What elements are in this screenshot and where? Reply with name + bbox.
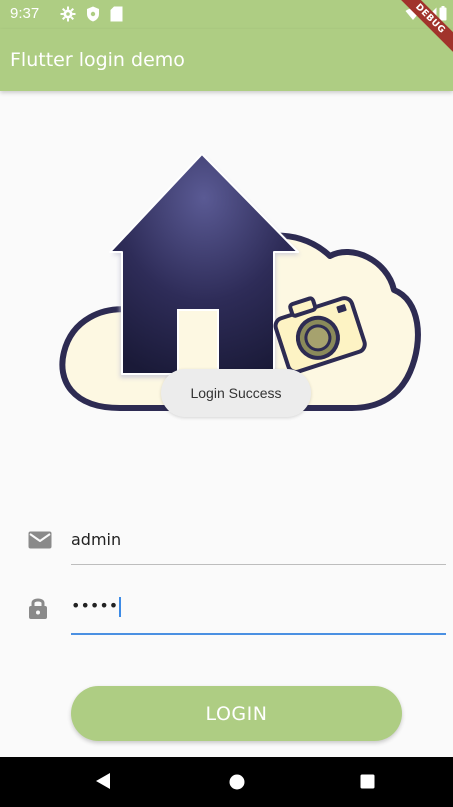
password-field-row: ••••• [0,592,453,637]
login-success-toast: Login Success [161,369,311,417]
sd-card-icon [110,6,123,26]
status-right-icons [405,6,447,25]
email-underline [71,564,446,565]
app-title: Flutter login demo [10,49,185,71]
text-caret [119,596,122,617]
settings-icon [60,6,76,26]
wifi-icon [405,6,421,25]
login-button-label: LOGIN [205,702,268,725]
recents-icon[interactable] [360,774,375,793]
navigation-bar [0,757,453,807]
email-field-row: admin [0,525,453,567]
login-button[interactable]: LOGIN [71,686,402,741]
toast-message: Login Success [190,385,282,401]
email-input[interactable]: admin [71,530,121,549]
status-bar: 9:37 [0,0,453,29]
back-icon[interactable] [95,772,111,794]
email-icon [28,531,52,553]
signal-icon [423,6,437,25]
home-icon[interactable] [229,774,245,794]
password-mask: ••••• [71,596,119,615]
password-input[interactable]: ••••• [71,596,122,617]
status-time: 9:37 [10,5,40,22]
shield-icon [86,6,100,26]
app-bar: Flutter login demo [0,29,453,91]
battery-icon [439,6,447,25]
password-underline [71,633,446,635]
lock-icon [28,596,48,624]
